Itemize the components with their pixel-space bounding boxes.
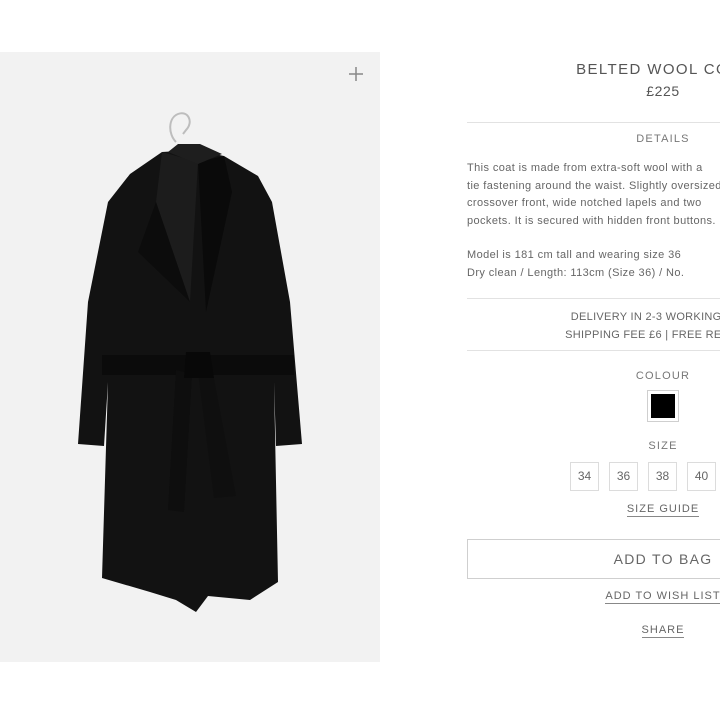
size-guide-link[interactable]: SIZE GUIDE xyxy=(467,503,720,517)
swatch-fill xyxy=(651,394,675,418)
product-title: BELTED WOOL COAT xyxy=(576,61,720,78)
product-description: This coat is made from extra-soft wool w… xyxy=(467,160,720,230)
add-to-wishlist-link[interactable]: ADD TO WISH LIST xyxy=(467,590,720,604)
size-heading: SIZE xyxy=(648,440,678,452)
size-guide-label: SIZE GUIDE xyxy=(626,503,700,517)
size-option-34[interactable]: 34 xyxy=(570,462,599,491)
delivery-info: DELIVERY IN 2-3 WORKING DAYS SHIPPING FE… xyxy=(467,308,720,344)
coat-image xyxy=(78,112,302,612)
divider xyxy=(467,298,720,299)
description-line: pockets. It is secured with hidden front… xyxy=(467,214,716,227)
share-link[interactable]: SHARE xyxy=(467,624,720,638)
fit-line: Model is 181 cm tall and wearing size 36 xyxy=(467,249,682,261)
share-label: SHARE xyxy=(641,624,685,638)
divider xyxy=(467,350,720,351)
fit-info: Model is 181 cm tall and wearing size 36… xyxy=(467,247,720,282)
details-heading: DETAILS xyxy=(636,133,690,145)
description-line: This coat is made from extra-soft wool w… xyxy=(467,162,703,174)
fit-line: Dry clean / Length: 113cm (Size 36) / No… xyxy=(467,266,685,279)
size-option-40[interactable]: 40 xyxy=(687,462,716,491)
delivery-line: DELIVERY IN 2-3 WORKING DAYS xyxy=(570,311,720,323)
description-line: crossover front, wide notched lapels and… xyxy=(467,197,702,209)
size-option-38[interactable]: 38 xyxy=(648,462,677,491)
wishlist-label: ADD TO WISH LIST xyxy=(605,590,720,604)
product-image-panel[interactable] xyxy=(0,52,380,662)
product-info: BELTED WOOL COAT £225 DETAILS This coat … xyxy=(467,52,720,652)
description-line: tie fastening around the waist. Slightly… xyxy=(467,179,720,192)
divider xyxy=(467,122,720,123)
shipping-line: SHIPPING FEE £6 | FREE RETURNS xyxy=(565,329,720,341)
colour-swatch-black[interactable] xyxy=(647,390,679,422)
plus-icon[interactable] xyxy=(346,64,366,84)
add-to-bag-button[interactable]: ADD TO BAG xyxy=(467,539,720,579)
colour-heading: COLOUR xyxy=(635,370,691,382)
product-price: £225 xyxy=(646,83,680,99)
size-option-36[interactable]: 36 xyxy=(609,462,638,491)
